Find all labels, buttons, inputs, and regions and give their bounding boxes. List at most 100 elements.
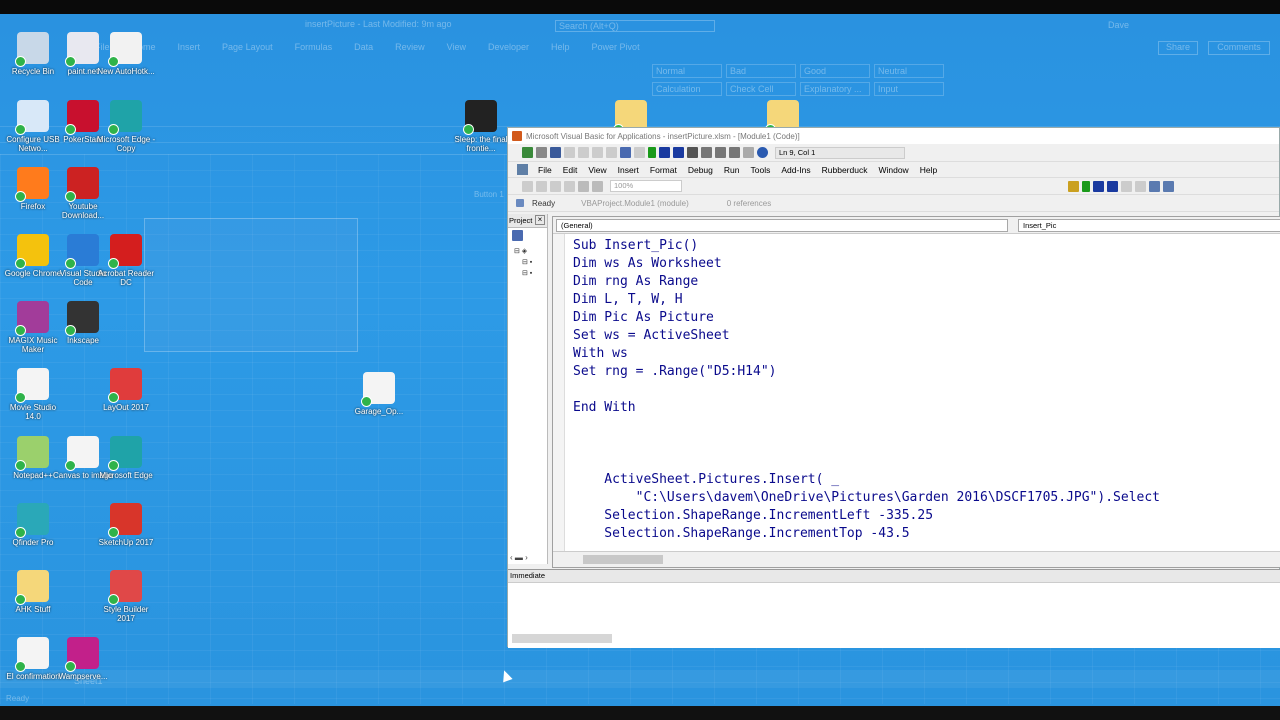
menu-rubberduck[interactable]: Rubberduck [822,165,868,175]
vbe-titlebar[interactable]: Microsoft Visual Basic for Applications … [508,128,1279,144]
copy-icon[interactable] [578,147,589,158]
desktop-icon[interactable]: Sleep: the final frontie... [450,100,512,153]
excel-search[interactable]: Search (Alt+Q) [555,20,715,32]
share-button[interactable]: Share [1158,41,1198,55]
code-line[interactable]: Set rng = .Range("D5:H14") [573,363,1160,381]
tree-node[interactable]: ⊟ ◈ [514,246,541,257]
cell-style[interactable]: Input [874,82,944,96]
code-hscrollbar[interactable] [553,551,1280,567]
ribbon-tab[interactable]: Developer [488,42,529,52]
immediate-scrollbar[interactable] [512,634,612,643]
tree-node[interactable]: ⊟ ▪ [514,257,541,268]
comments-button[interactable]: Comments [1208,41,1270,55]
close-icon[interactable]: × [535,215,545,225]
code-line[interactable]: Dim rng As Range [573,273,1160,291]
rd-run-icon[interactable] [1082,180,1090,192]
code-line[interactable]: Dim ws As Worksheet [573,255,1160,273]
desktop-icon[interactable]: Wampserve... [52,637,114,681]
ribbon-tab[interactable]: Review [395,42,425,52]
redo-icon[interactable] [634,147,645,158]
project-explorer-icon[interactable] [701,147,712,158]
comment-block-icon[interactable] [578,180,589,192]
cell-style[interactable]: Explanatory ... [800,82,870,96]
code-editor[interactable]: Sub Insert_Pic() Dim ws As Worksheet Dim r… [573,237,1160,543]
rd-pause-icon[interactable] [1093,180,1104,192]
code-line[interactable]: "C:\Users\davem\OneDrive\Pictures\Garden… [573,489,1160,507]
menu-addins[interactable]: Add-Ins [781,165,810,175]
code-line[interactable]: Sub Insert_Pic() [573,237,1160,255]
menu-app-icon[interactable] [517,164,528,175]
menu-help[interactable]: Help [920,165,937,175]
run-icon[interactable] [648,147,656,158]
ribbon-tab[interactable]: Data [354,42,373,52]
menu-file[interactable]: File [538,165,552,175]
code-line[interactable]: ActiveSheet.Pictures.Insert( _ [573,471,1160,489]
uncomment-block-icon[interactable] [592,180,603,192]
menu-format[interactable]: Format [650,165,677,175]
ribbon-tab[interactable]: Page Layout [222,42,273,52]
procedure-combo[interactable]: Insert_Pic [1018,219,1280,232]
ribbon-tab[interactable]: Help [551,42,570,52]
code-line[interactable]: Selection.ShapeRange.IncrementTop -43.5 [573,525,1160,543]
ribbon-tab[interactable]: Formulas [295,42,333,52]
design-mode-icon[interactable] [687,147,698,158]
properties-icon[interactable] [715,147,726,158]
desktop-icon[interactable]: New AutoHotk... [95,32,157,76]
desktop-icon[interactable]: Style Builder 2017 [95,570,157,623]
code-line[interactable]: Dim Pic As Picture [573,309,1160,327]
rd-window-icon[interactable] [1163,180,1174,192]
menu-edit[interactable]: Edit [563,165,578,175]
outdent-icon[interactable] [536,180,547,192]
rubberduck-icon[interactable] [1068,180,1079,192]
desktop-icon[interactable]: AHK Stuff [2,570,64,614]
desktop-icon[interactable]: Microsoft Edge - Copy [95,100,157,153]
margin-indicator-bar[interactable] [553,234,565,552]
code-line[interactable]: With ws [573,345,1160,363]
form-button[interactable]: Button 1 [474,190,504,199]
excel-view-icon[interactable] [522,147,533,158]
code-line[interactable]: Selection.ShapeRange.IncrementLeft -335.… [573,507,1160,525]
cell-style[interactable]: Calculation [652,82,722,96]
menu-view[interactable]: View [588,165,606,175]
code-line[interactable]: End With [573,399,1160,417]
code-line[interactable] [573,435,1160,453]
code-line[interactable] [573,381,1160,399]
cell-style[interactable]: Check Cell [726,82,796,96]
object-combo[interactable]: (General) [556,219,1008,232]
code-line[interactable]: Set ws = ActiveSheet [573,327,1160,345]
desktop-icon[interactable]: Qfinder Pro [2,503,64,547]
zoom-combo[interactable]: 100% [610,180,682,192]
code-window[interactable]: (General) Insert_Pic Sub Insert_Pic() Dim… [552,216,1280,568]
reset-icon[interactable] [673,147,684,158]
rd-stop-icon[interactable] [1107,180,1118,192]
project-explorer[interactable]: Project × ⊟ ◈ ⊟ ▪ ⊟ ▪ [508,214,548,564]
rd-tool-icon[interactable] [1121,180,1132,192]
cut-icon[interactable] [564,147,575,158]
ribbon-tab[interactable]: Insert [178,42,201,52]
save-icon[interactable] [550,147,561,158]
menu-insert[interactable]: Insert [618,165,639,175]
code-line[interactable] [573,453,1160,471]
desktop-icon[interactable]: LayOut 2017 [95,368,157,412]
indent-icon[interactable] [522,180,533,192]
project-scroll[interactable]: ‹ ▬ › [510,553,548,567]
cell-style[interactable]: Normal [652,64,722,78]
list-members-icon[interactable] [550,180,561,192]
ribbon-tab[interactable]: View [447,42,466,52]
help-icon[interactable] [757,147,768,158]
cell-style[interactable]: Neutral [874,64,944,78]
desktop-icon[interactable]: Movie Studio 14.0 [2,368,64,421]
insert-module-icon[interactable] [536,147,547,158]
code-line[interactable] [573,417,1160,435]
tree-node[interactable]: ⊟ ▪ [514,268,541,279]
refresh-icon[interactable] [516,199,524,207]
desktop-icon[interactable]: Microsoft Edge [95,436,157,480]
vbe-window[interactable]: Microsoft Visual Basic for Applications … [507,127,1280,648]
code-line[interactable]: Dim L, T, W, H [573,291,1160,309]
menu-tools[interactable]: Tools [750,165,770,175]
toolbox-icon[interactable] [743,147,754,158]
cell-style[interactable]: Bad [726,64,796,78]
cell-style[interactable]: Good [800,64,870,78]
ribbon-tab[interactable]: Power Pivot [592,42,640,52]
immediate-window[interactable]: Immediate [508,569,1280,648]
